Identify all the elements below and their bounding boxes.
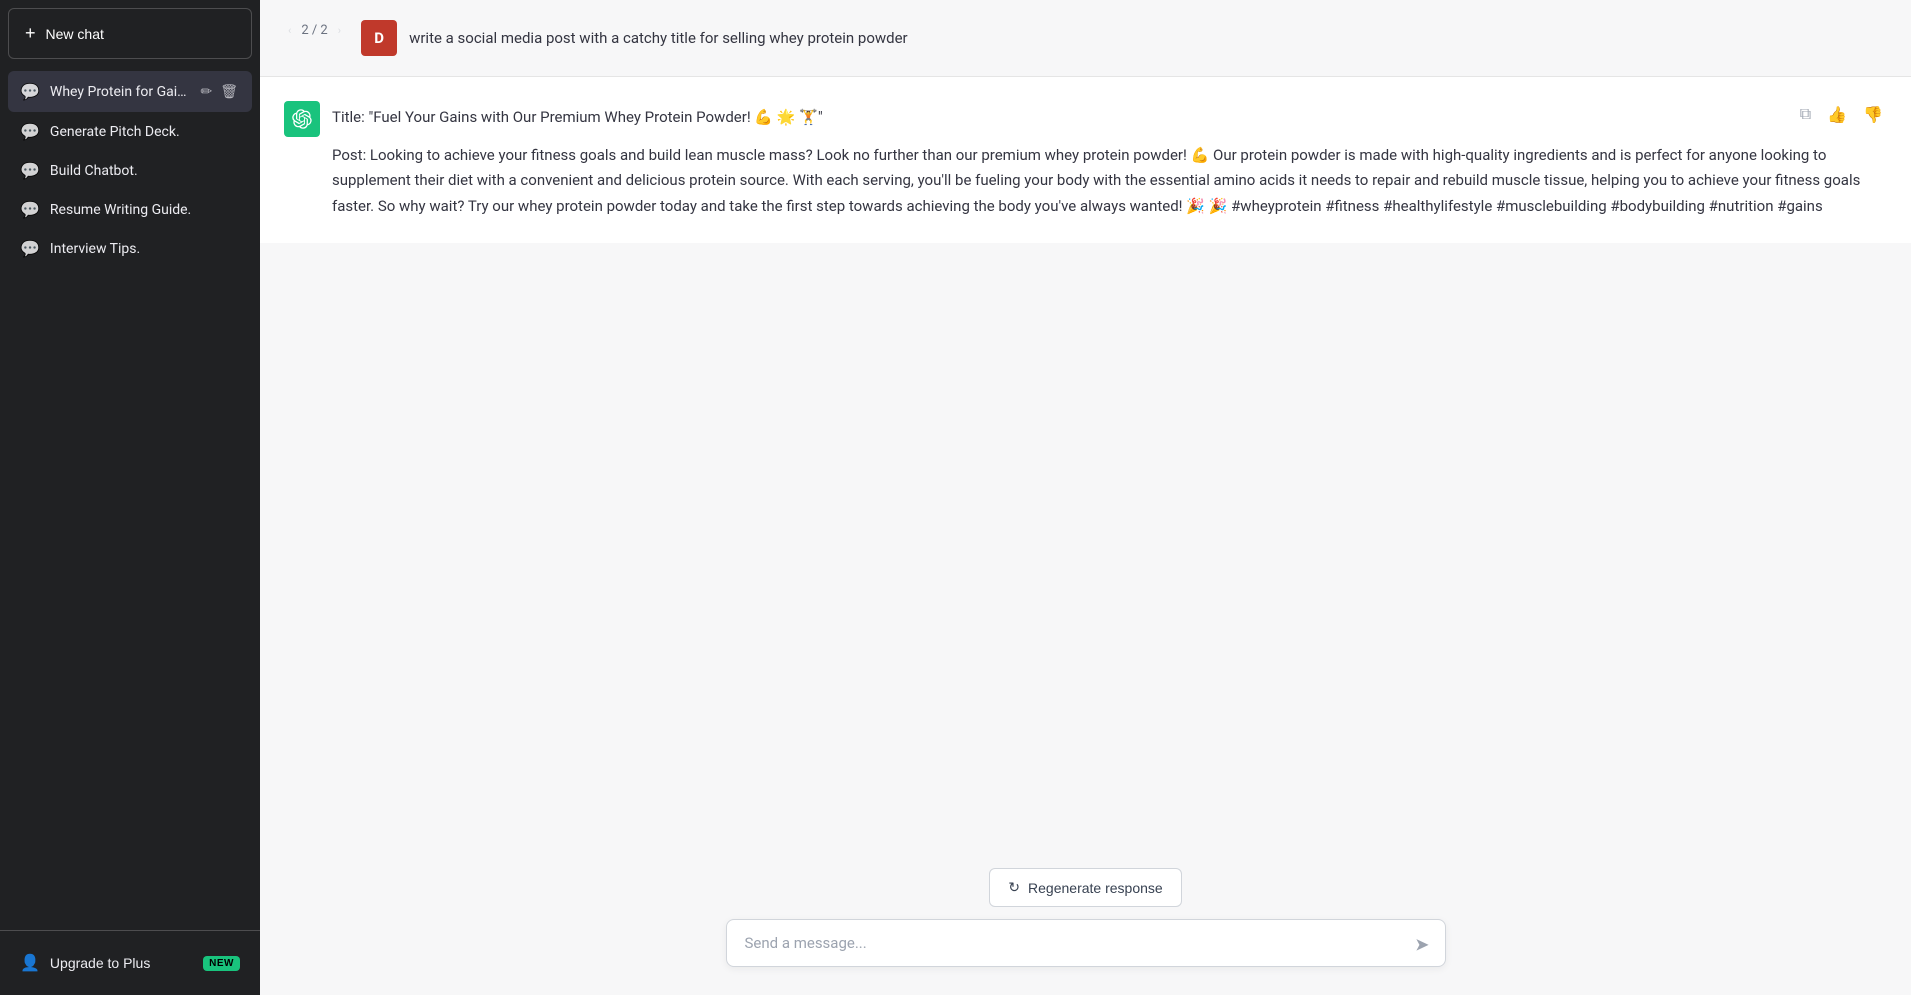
sidebar: + New chat 💬 Whey Protein for Gains. ✏🗑 💬 Ge… <box>0 0 260 995</box>
avatar-letter: D <box>374 29 384 47</box>
message-input[interactable] <box>726 919 1446 967</box>
sidebar-item-generate-pitch[interactable]: 💬 Generate Pitch Deck. <box>8 112 252 151</box>
chat-bubble-icon: 💬 <box>20 122 40 141</box>
pagination: ‹ 2 / 2 › <box>284 22 345 39</box>
ai-response-text: Title: "Fuel Your Gains with Our Premium… <box>332 105 1887 219</box>
sidebar-item-label: Whey Protein for Gains. <box>50 84 189 100</box>
ai-response-title: Title: "Fuel Your Gains with Our Premium… <box>332 105 1887 131</box>
chat-bubble-icon: 💬 <box>20 82 40 101</box>
sidebar-item-label: Build Chatbot. <box>50 163 240 179</box>
sidebar-item-whey-protein[interactable]: 💬 Whey Protein for Gains. ✏🗑 <box>8 71 252 112</box>
sidebar-footer: 👤 Upgrade to Plus NEW <box>0 930 260 995</box>
user-icon: 👤 <box>20 953 40 973</box>
regenerate-label: Regenerate response <box>1028 880 1163 896</box>
ai-response-wrapper: Title: "Fuel Your Gains with Our Premium… <box>332 101 1887 219</box>
ai-actions: ⧉ 👍 👎 <box>1796 101 1887 129</box>
send-button[interactable]: ➤ <box>1410 931 1433 960</box>
user-avatar: D <box>361 20 397 56</box>
plus-icon: + <box>25 23 36 44</box>
user-message-text: write a social media post with a catchy … <box>409 20 1887 50</box>
prev-arrow[interactable]: ‹ <box>284 22 295 39</box>
next-arrow[interactable]: › <box>334 22 345 39</box>
new-chat-button[interactable]: + New chat <box>8 8 252 59</box>
sidebar-item-label: Generate Pitch Deck. <box>50 124 240 140</box>
pagination-text: 2 / 2 <box>301 23 327 38</box>
sidebar-nav: 💬 Whey Protein for Gains. ✏🗑 💬 Generate Pitc… <box>0 67 260 930</box>
send-icon: ➤ <box>1414 935 1429 956</box>
ai-response-body: Post: Looking to achieve your fitness go… <box>332 143 1887 220</box>
upgrade-label: Upgrade to Plus <box>50 955 193 971</box>
chat-bubble-icon: 💬 <box>20 161 40 180</box>
copy-button[interactable]: ⧉ <box>1796 101 1815 129</box>
ai-message-row: Title: "Fuel Your Gains with Our Premium… <box>260 77 1911 243</box>
ai-avatar <box>284 101 320 137</box>
sidebar-item-resume-writing[interactable]: 💬 Resume Writing Guide. <box>8 190 252 229</box>
sidebar-item-label: Interview Tips. <box>50 241 240 257</box>
sidebar-item-interview-tips[interactable]: 💬 Interview Tips. <box>8 229 252 268</box>
sidebar-item-label: Resume Writing Guide. <box>50 202 240 218</box>
regenerate-button[interactable]: ↻ Regenerate response <box>989 868 1181 907</box>
user-message-row: ‹ 2 / 2 › D write a social media post wi… <box>260 0 1911 77</box>
delete-button[interactable]: 🗑 <box>218 81 240 102</box>
chat-bubble-icon: 💬 <box>20 200 40 219</box>
new-badge: NEW <box>203 956 240 971</box>
sidebar-item-build-chatbot[interactable]: 💬 Build Chatbot. <box>8 151 252 190</box>
input-row: ➤ <box>726 919 1446 971</box>
bottom-area: ↻ Regenerate response ➤ <box>260 852 1911 995</box>
new-chat-label: New chat <box>46 26 104 42</box>
thumbs-up-button[interactable]: 👍 <box>1823 101 1851 129</box>
regenerate-icon: ↻ <box>1008 879 1020 896</box>
chat-area: ‹ 2 / 2 › D write a social media post wi… <box>260 0 1911 852</box>
chat-bubble-icon: 💬 <box>20 239 40 258</box>
item-actions: ✏🗑 <box>198 81 240 102</box>
edit-button[interactable]: ✏ <box>198 81 214 102</box>
main-content: ‹ 2 / 2 › D write a social media post wi… <box>260 0 1911 995</box>
upgrade-button[interactable]: 👤 Upgrade to Plus NEW <box>8 943 252 983</box>
thumbs-down-button[interactable]: 👎 <box>1859 101 1887 129</box>
